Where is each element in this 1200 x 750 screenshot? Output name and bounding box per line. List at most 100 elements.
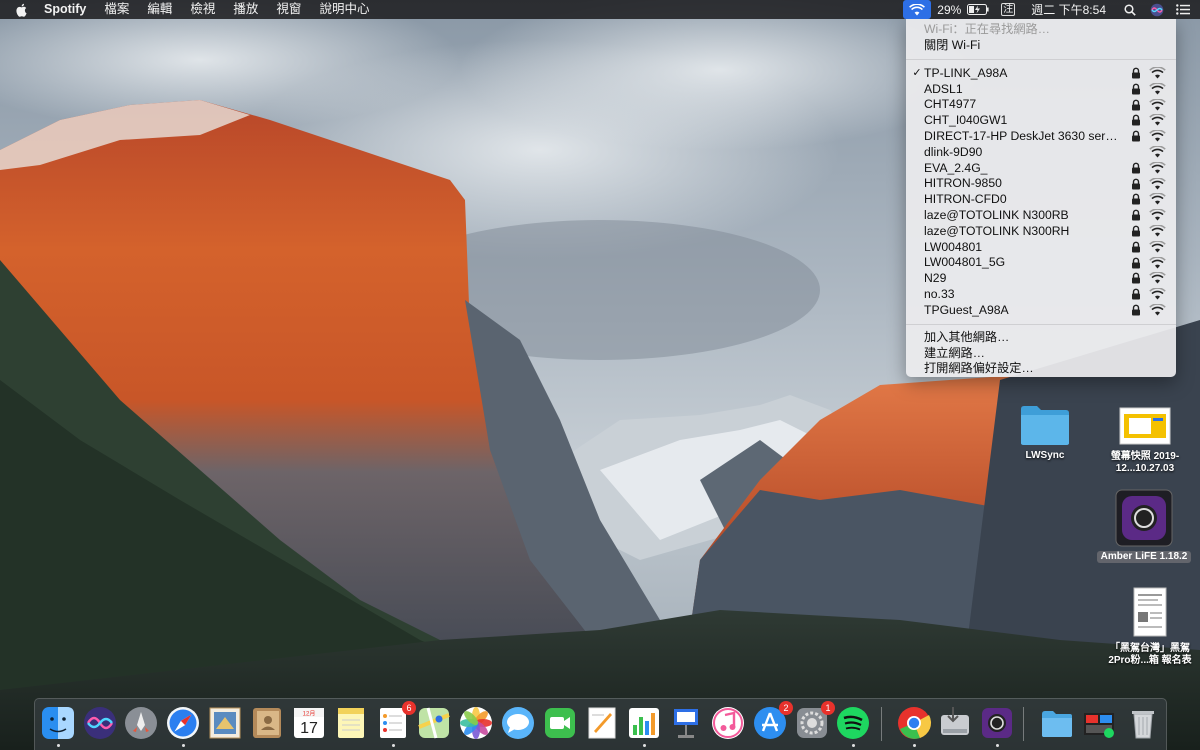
dock-separator <box>881 707 882 741</box>
lock-icon <box>1130 130 1142 142</box>
app-menu-spotify[interactable]: Spotify <box>35 0 95 19</box>
wifi-signal-icon <box>1149 161 1166 174</box>
wifi-signal-icon <box>1149 66 1166 79</box>
wifi-network-item[interactable]: DIRECT-17-HP DeskJet 3630 series <box>906 128 1176 144</box>
lock-icon <box>1130 193 1142 205</box>
app-store-icon[interactable]: 2 <box>752 701 793 741</box>
mail-icon[interactable] <box>207 705 243 741</box>
apple-icon[interactable] <box>12 0 29 19</box>
chrome-icon[interactable] <box>896 705 932 741</box>
spotify-icon[interactable] <box>835 705 871 741</box>
lock-icon <box>1130 114 1142 126</box>
calendar-icon[interactable]: 12月 17 <box>291 705 327 741</box>
turn-wifi-off-item[interactable]: 關閉 Wi-Fi <box>906 37 1176 53</box>
wifi-network-item[interactable]: EVA_2.4G_ <box>906 160 1176 176</box>
lock-icon <box>1130 178 1142 190</box>
reminders-icon[interactable]: 6 <box>375 701 416 741</box>
wifi-network-item[interactable]: HITRON-CFD0 <box>906 191 1176 207</box>
open-network-preferences-item[interactable]: 打開網路偏好設定… <box>906 361 1176 377</box>
menu-file[interactable]: 檔案 <box>95 0 138 19</box>
lock-icon <box>1130 272 1142 284</box>
notification-badge: 6 <box>402 701 416 715</box>
desktop-item-screenshot[interactable]: 螢幕快照 2019-12...10.27.03 <box>1090 406 1200 475</box>
desktop-item-amber-life[interactable]: Amber LiFE 1.18.2 <box>1096 488 1192 563</box>
running-indicator <box>851 744 855 747</box>
wifi-status-icon[interactable] <box>903 0 932 19</box>
wifi-network-item[interactable]: laze@TOTOLINK N300RB <box>906 207 1176 223</box>
notification-center-icon[interactable] <box>1170 0 1200 19</box>
wifi-network-name: laze@TOTOLINK N300RH <box>924 223 1070 238</box>
numbers-icon[interactable] <box>626 705 662 741</box>
menu-edit[interactable]: 編輯 <box>138 0 181 19</box>
wifi-network-item[interactable]: no.33 <box>906 286 1176 302</box>
wifi-network-item[interactable]: ✓ TP-LINK_A98A <box>906 65 1176 81</box>
wifi-network-item[interactable]: LW004801 <box>906 239 1176 255</box>
finder-icon[interactable] <box>40 705 76 741</box>
checkmark-icon: ✓ <box>912 67 922 80</box>
battery-charging-icon[interactable] <box>967 0 995 19</box>
menu-view[interactable]: 檢視 <box>181 0 224 19</box>
wifi-network-item[interactable]: N29 <box>906 270 1176 286</box>
running-indicator <box>642 744 646 747</box>
launchpad-icon[interactable] <box>123 705 159 741</box>
facetime-icon[interactable] <box>542 705 578 741</box>
desktop-item-label: 螢幕快照 2019-12...10.27.03 <box>1110 451 1180 474</box>
wifi-network-list: ✓ TP-LINK_A98A ADSL1 CHT4977 CHT_I040GW1 DIRE… <box>906 65 1176 318</box>
notes-icon[interactable] <box>333 705 369 741</box>
wifi-network-item[interactable]: LW004801_5G <box>906 255 1176 271</box>
spotlight-search-icon[interactable] <box>1116 0 1144 19</box>
document-icon <box>1133 587 1167 637</box>
amber-life-icon[interactable] <box>979 705 1015 741</box>
wifi-network-item[interactable]: HITRON-9850 <box>906 176 1176 192</box>
menu-help[interactable]: 說明中心 <box>310 0 378 19</box>
siri-icon[interactable] <box>82 705 118 741</box>
maps-icon[interactable] <box>416 705 452 741</box>
wifi-network-item[interactable]: dlink-9D90 <box>906 144 1176 160</box>
menu-window[interactable]: 視窗 <box>267 0 310 19</box>
lock-icon <box>1130 162 1142 174</box>
desktop-item-document[interactable]: 「黑駕台灣」黑駕 2Pro粉...箱 報名表 <box>1100 586 1200 667</box>
lock-icon <box>1130 83 1142 95</box>
wifi-signal-icon <box>1149 255 1166 269</box>
lock-icon <box>1130 99 1142 111</box>
keynote-icon[interactable] <box>668 705 704 741</box>
wifi-signal-icon <box>1149 208 1166 221</box>
wifi-network-name: HITRON-9850 <box>924 176 1002 191</box>
battery-percentage[interactable]: 29% <box>931 0 967 19</box>
itunes-icon[interactable] <box>710 705 746 741</box>
wifi-signal-icon <box>1149 97 1166 111</box>
siri-icon[interactable] <box>1144 0 1170 19</box>
pages-icon[interactable] <box>584 705 620 741</box>
input-method-menu[interactable]: 注 <box>995 0 1021 19</box>
join-other-network-item[interactable]: 加入其他網路… <box>906 330 1176 346</box>
wifi-network-name: N29 <box>924 271 947 286</box>
screenshot-thumbnail-icon <box>1119 407 1171 445</box>
wifi-network-item[interactable]: ADSL1 <box>906 81 1176 97</box>
trash-icon[interactable] <box>1125 705 1161 741</box>
wifi-network-name: TP-LINK_A98A <box>924 65 1008 80</box>
safari-icon[interactable] <box>165 705 201 741</box>
menu-playback[interactable]: 播放 <box>224 0 267 19</box>
wifi-network-item[interactable]: CHT_I040GW1 <box>906 112 1176 128</box>
disk-utility-icon[interactable] <box>937 705 973 741</box>
wifi-network-item[interactable]: laze@TOTOLINK N300RH <box>906 223 1176 239</box>
downloads-folder-icon[interactable] <box>1039 705 1075 741</box>
running-indicator <box>391 744 395 747</box>
wifi-network-item[interactable]: TPGuest_A98A <box>906 302 1176 318</box>
wifi-signal-icon <box>1149 82 1166 95</box>
clock[interactable]: 週二 下午8:54 <box>1021 0 1116 19</box>
contacts-icon[interactable] <box>249 705 285 741</box>
messages-icon[interactable] <box>500 705 536 741</box>
wifi-network-name: ADSL1 <box>924 81 963 96</box>
recent-stack-icon[interactable] <box>1081 705 1117 741</box>
desktop-item-lwsync[interactable]: LWSync <box>1010 403 1080 462</box>
photos-icon[interactable] <box>458 705 494 741</box>
create-network-item[interactable]: 建立網路… <box>906 346 1176 362</box>
wifi-dropdown-menu: Wi-Fi：正在尋找網路… 關閉 Wi-Fi ✓ TP-LINK_A98A ADSL… <box>906 19 1176 377</box>
amber-life-app-icon <box>1115 489 1173 547</box>
wifi-network-item[interactable]: CHT4977 <box>906 97 1176 113</box>
system-preferences-icon[interactable]: 1 <box>794 701 835 741</box>
lock-icon <box>1130 257 1142 269</box>
running-indicator <box>56 744 60 747</box>
running-indicator <box>912 744 916 747</box>
